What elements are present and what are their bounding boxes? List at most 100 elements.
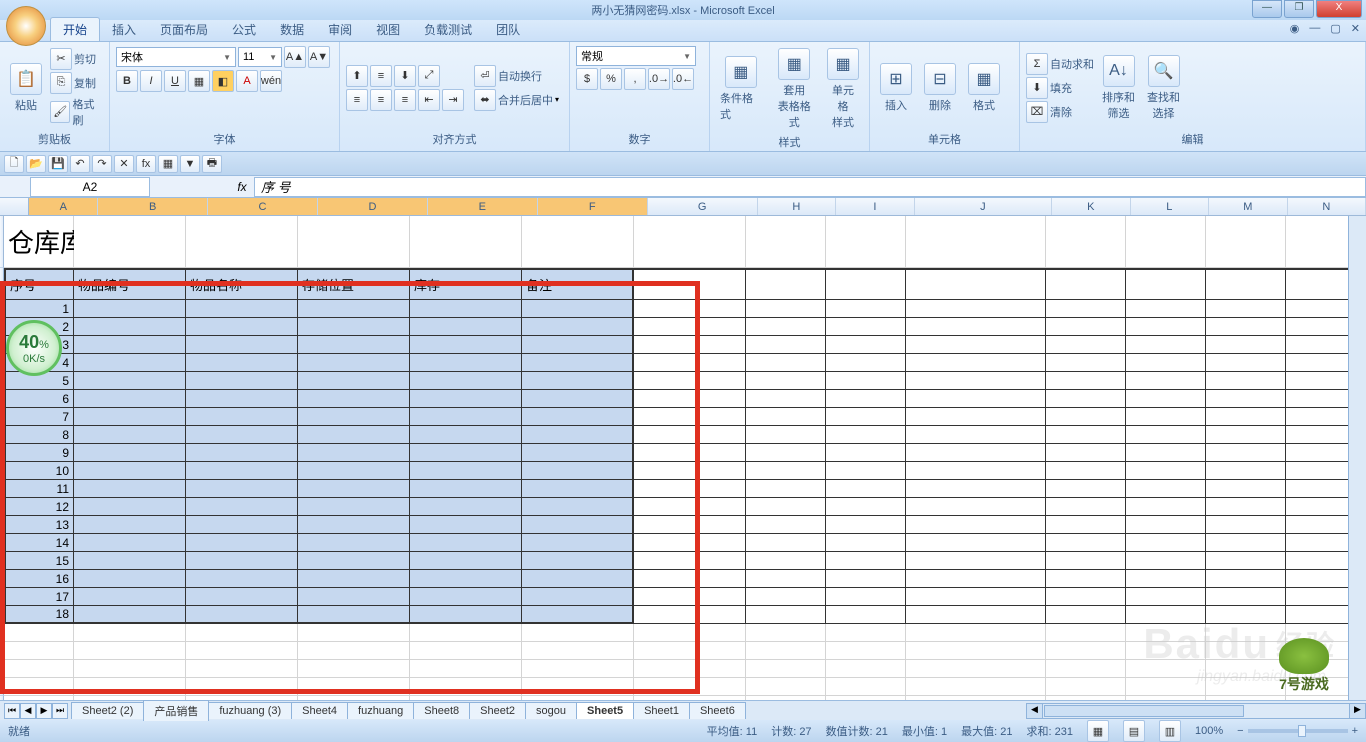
network-speed-widget[interactable]: 40% 0K/s xyxy=(6,320,62,376)
cell[interactable] xyxy=(634,624,746,642)
cell[interactable] xyxy=(186,408,298,426)
col-header-M[interactable]: M xyxy=(1209,198,1288,215)
cell[interactable] xyxy=(74,642,186,660)
sheet-tab[interactable]: Sheet6 xyxy=(689,702,746,719)
cell[interactable] xyxy=(74,408,186,426)
cell-styles-button[interactable]: ▦单元格 样式 xyxy=(823,46,863,132)
spreadsheet-grid[interactable]: ABCDEFGHIJKLMN 仓库库存表序号物品编号物品名称存储位置库存备注12… xyxy=(0,198,1366,700)
cell[interactable] xyxy=(522,606,634,624)
zoom-slider[interactable]: −+ xyxy=(1237,725,1358,737)
cell[interactable] xyxy=(826,642,906,660)
number-format-combo[interactable]: 常规▼ xyxy=(576,46,696,66)
cell[interactable]: 9 xyxy=(4,444,74,462)
cell[interactable] xyxy=(746,480,826,498)
cell[interactable] xyxy=(74,390,186,408)
qat-filter-icon[interactable]: ▼ xyxy=(180,155,200,173)
cell[interactable] xyxy=(1206,268,1286,300)
cell[interactable] xyxy=(634,426,746,444)
cell[interactable] xyxy=(298,534,410,552)
office-button[interactable] xyxy=(6,6,46,46)
orientation-button[interactable]: ⤢ xyxy=(418,65,440,87)
cell[interactable] xyxy=(186,498,298,516)
cell[interactable] xyxy=(186,624,298,642)
tab-home[interactable]: 开始 xyxy=(50,17,100,41)
cell[interactable] xyxy=(410,516,522,534)
cell[interactable] xyxy=(906,516,1046,534)
cell[interactable] xyxy=(1046,642,1126,660)
cell[interactable] xyxy=(522,624,634,642)
cell[interactable]: 11 xyxy=(4,480,74,498)
cell[interactable] xyxy=(906,678,1046,696)
cell[interactable] xyxy=(410,216,522,268)
cell[interactable] xyxy=(826,516,906,534)
cell[interactable]: 12 xyxy=(4,498,74,516)
cell[interactable] xyxy=(522,462,634,480)
cell[interactable] xyxy=(186,390,298,408)
cell[interactable] xyxy=(1046,216,1126,268)
cell[interactable] xyxy=(746,336,826,354)
cell[interactable] xyxy=(74,498,186,516)
qat-func-icon[interactable]: fx xyxy=(136,155,156,173)
col-header-J[interactable]: J xyxy=(915,198,1052,215)
col-header-B[interactable]: B xyxy=(98,198,208,215)
tab-nav-last-icon[interactable]: ⏭ xyxy=(52,703,68,719)
cell[interactable] xyxy=(186,696,298,700)
cell[interactable] xyxy=(826,354,906,372)
name-box[interactable]: A2 xyxy=(30,177,150,197)
fill-button[interactable]: ⬇填充 xyxy=(1026,77,1094,99)
cell[interactable] xyxy=(410,444,522,462)
bold-button[interactable]: B xyxy=(116,70,138,92)
font-color-button[interactable]: A xyxy=(236,70,258,92)
cell[interactable] xyxy=(410,480,522,498)
cell[interactable] xyxy=(826,588,906,606)
tab-insert[interactable]: 插入 xyxy=(100,18,148,41)
view-pagebreak-icon[interactable]: ▥ xyxy=(1159,720,1181,742)
col-header-N[interactable]: N xyxy=(1288,198,1366,215)
cell[interactable] xyxy=(746,408,826,426)
cell[interactable] xyxy=(410,678,522,696)
cell[interactable] xyxy=(906,534,1046,552)
cell[interactable] xyxy=(906,570,1046,588)
cell[interactable] xyxy=(1126,318,1206,336)
cell[interactable] xyxy=(1046,552,1126,570)
tab-nav-next-icon[interactable]: ▶ xyxy=(36,703,52,719)
cell[interactable] xyxy=(410,462,522,480)
cell[interactable] xyxy=(410,606,522,624)
cell[interactable] xyxy=(186,642,298,660)
cell[interactable] xyxy=(4,642,74,660)
cell[interactable] xyxy=(4,678,74,696)
align-middle-button[interactable]: ≡ xyxy=(370,65,392,87)
cell[interactable] xyxy=(186,216,298,268)
cell[interactable] xyxy=(186,300,298,318)
cell[interactable] xyxy=(522,336,634,354)
cell[interactable] xyxy=(410,660,522,678)
cell[interactable] xyxy=(746,444,826,462)
cell[interactable] xyxy=(1206,696,1286,700)
sheet-tab[interactable]: Sheet2 xyxy=(469,702,526,719)
cell[interactable] xyxy=(634,390,746,408)
cell[interactable] xyxy=(1046,588,1126,606)
cell[interactable] xyxy=(410,570,522,588)
cell[interactable] xyxy=(522,552,634,570)
cell[interactable] xyxy=(906,696,1046,700)
cell[interactable] xyxy=(826,678,906,696)
cell[interactable] xyxy=(1126,216,1206,268)
cell[interactable] xyxy=(1206,426,1286,444)
cell[interactable] xyxy=(522,480,634,498)
cell[interactable] xyxy=(634,696,746,700)
cell[interactable] xyxy=(826,216,906,268)
cell[interactable] xyxy=(186,354,298,372)
cell[interactable] xyxy=(74,426,186,444)
percent-button[interactable]: % xyxy=(600,68,622,90)
cell[interactable] xyxy=(634,588,746,606)
align-center-button[interactable]: ≡ xyxy=(370,89,392,111)
cell[interactable] xyxy=(634,498,746,516)
cell[interactable] xyxy=(298,318,410,336)
format-cells-button[interactable]: ▦格式 xyxy=(964,61,1004,115)
cell[interactable] xyxy=(1046,480,1126,498)
cell[interactable] xyxy=(746,624,826,642)
cell[interactable] xyxy=(1126,642,1206,660)
cell[interactable] xyxy=(746,534,826,552)
cell[interactable] xyxy=(186,372,298,390)
cell[interactable] xyxy=(298,498,410,516)
